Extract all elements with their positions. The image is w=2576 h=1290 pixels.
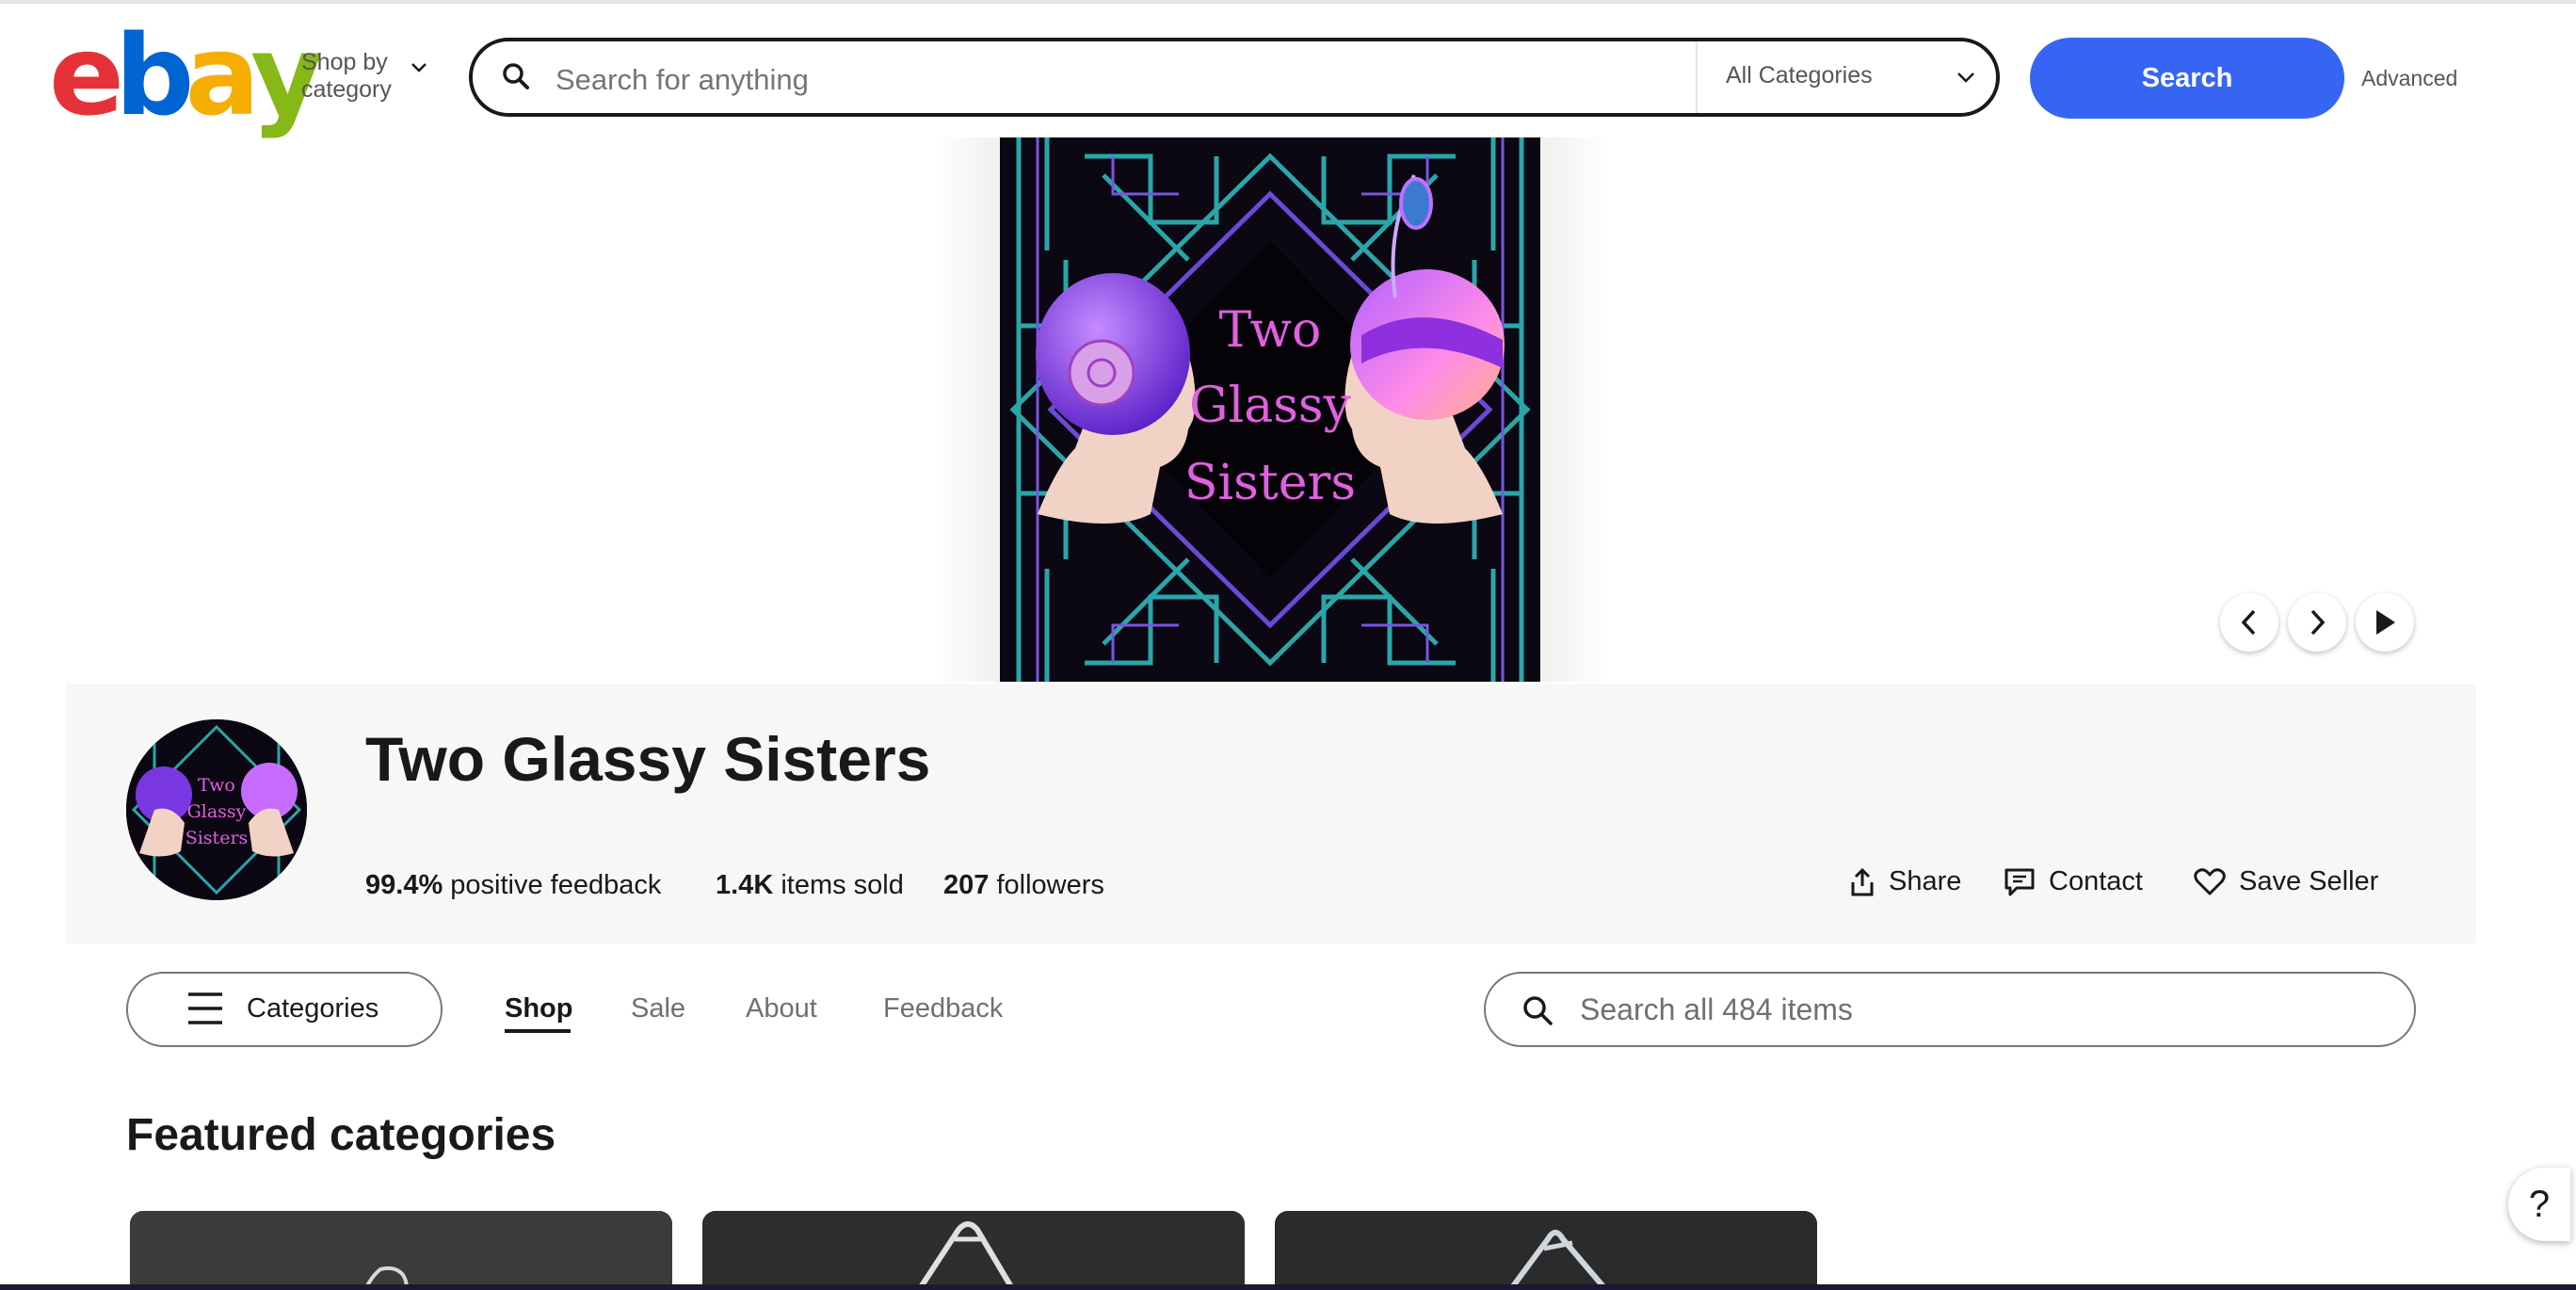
share-button[interactable]: Share	[1849, 866, 1961, 897]
share-label: Share	[1889, 866, 1962, 896]
avatar-line3: Sisters	[185, 828, 249, 848]
billboard-prev-button[interactable]	[2220, 593, 2278, 652]
chevron-left-icon	[2241, 609, 2256, 636]
active-tab-indicator	[505, 1029, 571, 1033]
save-seller-button[interactable]: Save Seller	[2194, 866, 2378, 897]
followers-stat: 207 followers	[943, 870, 1104, 901]
category-thumbnail	[130, 1211, 672, 1290]
contact-label: Contact	[2049, 866, 2143, 896]
search-input[interactable]	[554, 55, 1687, 105]
menu-icon	[188, 992, 222, 1024]
billboard-next-button[interactable]	[2288, 593, 2346, 652]
save-seller-label: Save Seller	[2239, 866, 2379, 896]
tab-shop[interactable]: Shop	[505, 993, 573, 1024]
shop-by-category-label: Shop by category	[301, 49, 392, 103]
tab-sale[interactable]: Sale	[631, 993, 685, 1024]
bottom-bar	[0, 1284, 2576, 1290]
search-icon	[503, 63, 529, 89]
top-rule	[0, 0, 2576, 4]
avatar-line2: Glassy	[187, 801, 247, 822]
followers-value: 207	[943, 870, 990, 900]
feedback-stat[interactable]: 99.4% positive feedback	[365, 870, 661, 901]
feedback-value: 99.4%	[365, 870, 443, 900]
featured-category-card[interactable]	[1275, 1211, 1817, 1290]
featured-category-card[interactable]	[702, 1211, 1245, 1290]
store-name: Two Glassy Sisters	[365, 724, 931, 794]
category-select[interactable]: All Categories	[1726, 62, 1873, 89]
featured-categories-title: Featured categories	[126, 1110, 556, 1160]
followers-label: followers	[996, 870, 1104, 900]
heart-icon	[2194, 867, 2226, 895]
share-icon	[1851, 867, 1874, 895]
shop-by-category-button[interactable]: Shop by category	[301, 49, 433, 104]
tab-feedback[interactable]: Feedback	[883, 993, 1003, 1024]
avatar-artwork: Two Glassy Sisters	[126, 719, 307, 900]
billboard-line3: Sisters	[1184, 455, 1356, 511]
store-search-input[interactable]: Search all 484 items	[1580, 991, 2352, 1028]
chevron-right-icon	[2310, 609, 2326, 636]
category-thumbnail	[1275, 1211, 1817, 1290]
billboard-line2: Glassy	[1189, 378, 1352, 434]
chevron-down-icon	[1957, 73, 1974, 83]
feedback-label: positive feedback	[450, 870, 662, 900]
search-button[interactable]: Search	[2030, 38, 2344, 119]
help-button[interactable]: ?	[2508, 1168, 2570, 1241]
categories-button-label: Categories	[247, 993, 379, 1024]
billboard-image: Two Glassy Sisters	[1000, 137, 1540, 682]
divider	[1696, 41, 1698, 113]
category-thumbnail	[702, 1211, 1245, 1290]
contact-button[interactable]: Contact	[2004, 866, 2143, 897]
contact-icon	[2004, 868, 2035, 895]
items-sold-value: 1.4K	[716, 870, 774, 900]
play-icon	[2376, 610, 2395, 635]
items-sold-stat: 1.4K items sold	[716, 870, 904, 901]
ebay-logo[interactable]: ebay	[49, 19, 323, 132]
featured-category-card[interactable]	[130, 1211, 672, 1290]
billboard-play-button[interactable]	[2356, 593, 2414, 652]
avatar-line1: Two	[198, 775, 235, 796]
billboard-line1: Two	[1219, 302, 1322, 359]
advanced-search-link[interactable]: Advanced	[2361, 66, 2457, 91]
search-icon	[1523, 996, 1553, 1025]
items-sold-label: items sold	[781, 870, 904, 900]
chevron-down-icon	[411, 63, 427, 73]
tab-about[interactable]: About	[746, 993, 817, 1024]
store-avatar: Two Glassy Sisters	[126, 719, 307, 900]
art-deco-artwork: Two Glassy Sisters	[1000, 137, 1540, 682]
